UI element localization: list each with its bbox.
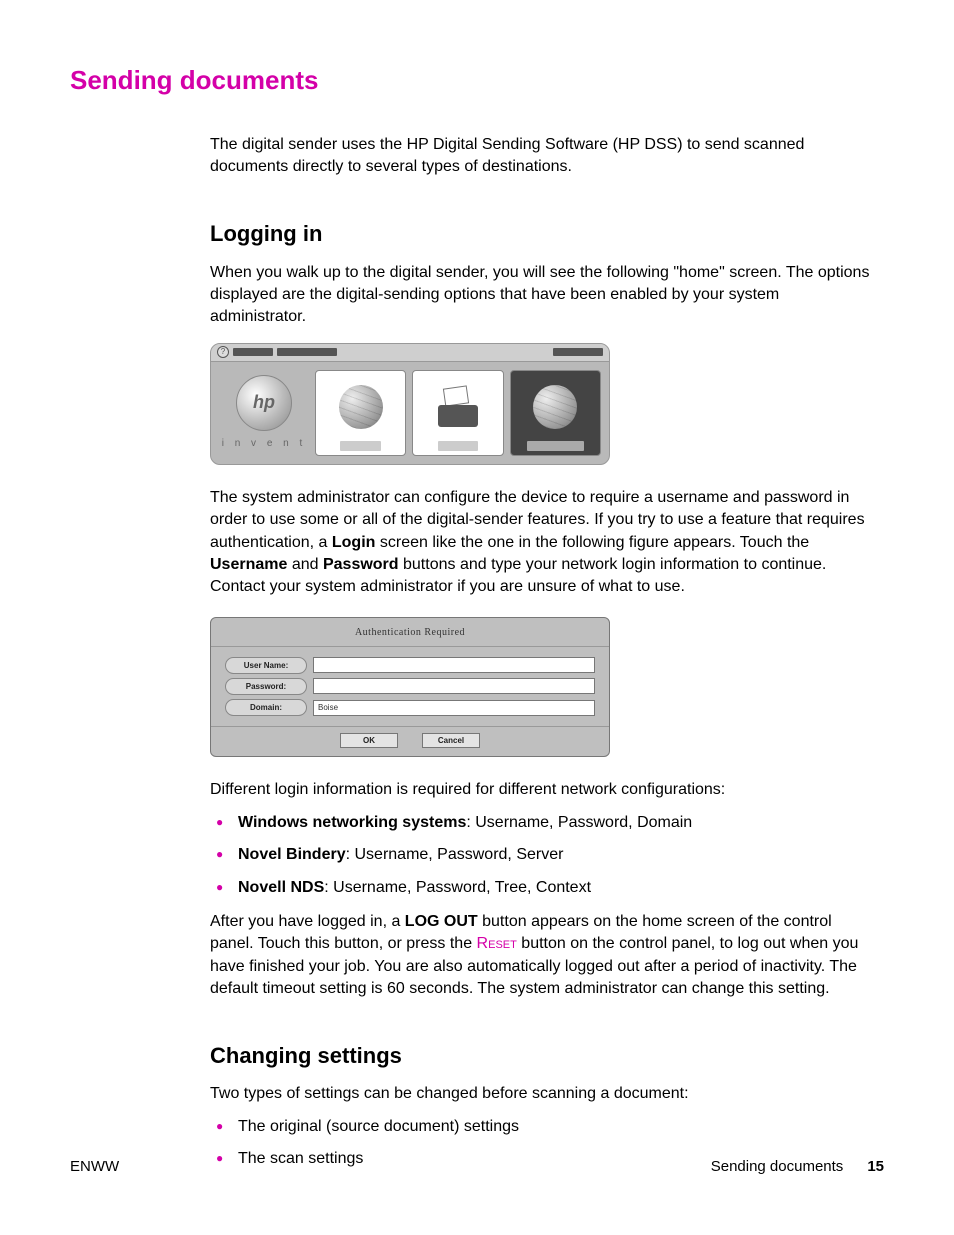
fax-icon	[434, 387, 482, 427]
footer-section: Sending documents	[711, 1158, 844, 1175]
login-p1: When you walk up to the digital sender, …	[210, 262, 874, 329]
login-p4: After you have logged in, a LOG OUT butt…	[210, 911, 874, 1001]
tile-label	[340, 441, 381, 451]
footer-left: ENWW	[70, 1158, 119, 1175]
home-body: hp i n v e n t	[211, 362, 609, 464]
list-item: Novell NDS: Username, Password, Tree, Co…	[212, 877, 874, 899]
intro-paragraph: The digital sender uses the HP Digital S…	[210, 134, 874, 179]
ok-button: OK	[340, 733, 398, 748]
page-title: Sending documents	[70, 65, 884, 96]
figure-login-dialog: Authentication Required User Name: Passw…	[210, 617, 610, 758]
logout-term: LOG OUT	[405, 913, 478, 930]
list-item: Novel Bindery: Username, Password, Serve…	[212, 844, 874, 866]
hp-logo-text: hp	[253, 390, 275, 415]
titlebar-segment	[553, 348, 603, 356]
username-label: User Name:	[225, 657, 307, 674]
heading-logging-in: Logging in	[210, 219, 874, 250]
main-content: The digital sender uses the HP Digital S…	[210, 134, 874, 1171]
text: screen like the one in the following fig…	[375, 534, 809, 551]
domain-field: Boise	[313, 700, 595, 716]
titlebar-segment	[233, 348, 273, 356]
list-item: Windows networking systems: Username, Pa…	[212, 812, 874, 834]
bullet-text: : Username, Password, Tree, Context	[324, 879, 591, 896]
bullet-text: : Username, Password, Server	[346, 846, 564, 863]
globe-icon	[533, 385, 577, 429]
login-dialog-title: Authentication Required	[211, 624, 609, 647]
home-tile-fax	[412, 370, 503, 456]
home-titlebar: ?	[211, 344, 609, 362]
bullet-text: : Username, Password, Domain	[466, 814, 692, 831]
login-term: Login	[332, 534, 376, 551]
home-tile-secondary	[510, 370, 601, 456]
login-p2: The system administrator can configure t…	[210, 487, 874, 599]
footer-page-number: 15	[867, 1158, 884, 1175]
tile-label	[527, 441, 584, 451]
cancel-button: Cancel	[422, 733, 480, 748]
page-footer: ENWW Sending documents 15	[70, 1158, 884, 1175]
list-item: The original (source document) settings	[212, 1116, 874, 1138]
home-tile-email	[315, 370, 406, 456]
login-row-username: User Name:	[225, 657, 595, 674]
username-term: Username	[210, 556, 287, 573]
help-icon: ?	[217, 346, 229, 358]
network-config-list: Windows networking systems: Username, Pa…	[210, 812, 874, 899]
bullet-bold: Novell NDS	[238, 879, 324, 896]
password-label: Password:	[225, 678, 307, 695]
domain-label: Domain:	[225, 699, 307, 716]
settings-p1: Two types of settings can be changed bef…	[210, 1083, 874, 1105]
titlebar-segment	[277, 348, 337, 356]
text: and	[287, 556, 323, 573]
password-field	[313, 678, 595, 694]
bullet-bold: Novel Bindery	[238, 846, 346, 863]
reset-term: Reset	[477, 935, 517, 952]
text: After you have logged in, a	[210, 913, 405, 930]
login-p3: Different login information is required …	[210, 779, 874, 801]
login-row-password: Password:	[225, 678, 595, 695]
login-row-domain: Domain: Boise	[225, 699, 595, 716]
heading-changing-settings: Changing settings	[210, 1041, 874, 1072]
password-term: Password	[323, 556, 399, 573]
hp-invent-text: i n v e n t	[222, 437, 307, 451]
hp-logo: hp i n v e n t	[219, 370, 309, 456]
tile-label	[438, 441, 479, 451]
hp-logo-circle: hp	[236, 375, 292, 431]
bullet-bold: Windows networking systems	[238, 814, 466, 831]
figure-home-screen: ? hp i n v e n t	[210, 343, 610, 465]
username-field	[313, 657, 595, 673]
globe-icon	[339, 385, 383, 429]
